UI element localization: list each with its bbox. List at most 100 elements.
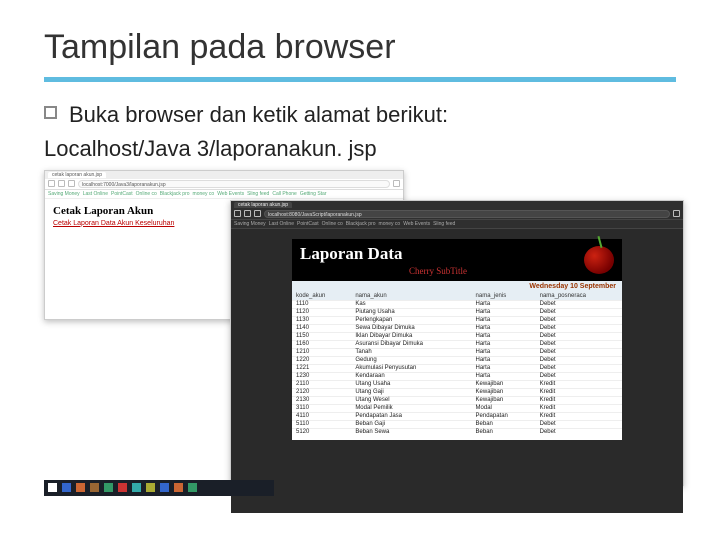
bookmark-item[interactable]: Sling feed <box>247 191 269 197</box>
table-row: 5120Beban SewaBebanDebet <box>292 428 622 436</box>
table-cell: Asuransi Dibayar Dimuka <box>351 340 471 348</box>
browser-tab[interactable]: cetak laporan akun.jsp <box>234 202 292 208</box>
table-row: 2130Utang WeselKewajibanKredit <box>292 396 622 404</box>
taskbar-icon[interactable] <box>132 483 141 492</box>
taskbar-icon[interactable] <box>188 483 197 492</box>
bookmark-item[interactable]: Last Online <box>83 191 108 197</box>
table-cell: 1160 <box>292 340 351 348</box>
report-link[interactable]: Cetak Laporan Data Akun Keseluruhan <box>53 220 174 227</box>
table-row: 2110Utang UsahaKewajibanKredit <box>292 380 622 388</box>
table-cell: 1150 <box>292 332 351 340</box>
taskbar-icon[interactable] <box>62 483 71 492</box>
bookmark-item[interactable]: Online co <box>322 221 343 227</box>
table-header: nama_posneraca <box>536 292 622 301</box>
table-cell: Kredit <box>536 404 622 412</box>
forward-icon[interactable] <box>58 180 65 187</box>
tab-strip: cetak laporan akun.jsp <box>45 171 403 179</box>
bookmark-item[interactable]: Web Events <box>217 191 244 197</box>
bookmark-item[interactable]: Saving Money <box>48 191 80 197</box>
bookmark-item[interactable]: Call Phone <box>272 191 296 197</box>
report-table: kode_akunnama_akunnama_jenisnama_posnera… <box>292 292 622 436</box>
bullet-icon <box>44 106 57 119</box>
table-cell: 1210 <box>292 348 351 356</box>
start-icon[interactable] <box>48 483 57 492</box>
bookmark-item[interactable]: PointCast <box>111 191 133 197</box>
address-bar-row: localhost:7000/Java3/laporanakun.jsp <box>45 179 403 190</box>
taskbar-icon[interactable] <box>76 483 85 492</box>
table-row: 1140Sewa Dibayar DimukaHartaDebet <box>292 324 622 332</box>
back-icon[interactable] <box>48 180 55 187</box>
bullet-row: Buka browser dan ketik alamat berikut: <box>44 100 676 130</box>
table-cell: 2130 <box>292 396 351 404</box>
menu-icon[interactable] <box>393 180 400 187</box>
bookmark-item[interactable]: Blackjack pro <box>160 191 190 197</box>
bookmark-item[interactable]: money co <box>193 191 215 197</box>
taskbar-icon[interactable] <box>90 483 99 492</box>
taskbar-icon[interactable] <box>118 483 127 492</box>
bookmark-item[interactable]: Blackjack pro <box>346 221 376 227</box>
browser-tab[interactable]: cetak laporan akun.jsp <box>48 172 106 178</box>
windows-taskbar <box>44 480 274 496</box>
table-cell: Harta <box>472 356 536 364</box>
table-cell: 1110 <box>292 300 351 308</box>
table-cell: Debet <box>536 324 622 332</box>
bookmark-item[interactable]: Online co <box>136 191 157 197</box>
cherry-icon <box>584 246 614 274</box>
table-cell: Kewajiban <box>472 388 536 396</box>
table-cell: Beban <box>472 420 536 428</box>
table-header: kode_akun <box>292 292 351 301</box>
table-cell: Debet <box>536 316 622 324</box>
table-header: nama_akun <box>351 292 471 301</box>
table-row: 1160Asuransi Dibayar DimukaHartaDebet <box>292 340 622 348</box>
browser-window-right: cetak laporan akun.jsp localhost:8080/Ja… <box>230 200 684 486</box>
table-cell: Harta <box>472 332 536 340</box>
table-cell: Debet <box>536 420 622 428</box>
forward-icon[interactable] <box>244 210 251 217</box>
bookmark-item[interactable]: Web Events <box>403 221 430 227</box>
table-row: 5110Beban GajiBebanDebet <box>292 420 622 428</box>
taskbar-icon[interactable] <box>104 483 113 492</box>
bullet-text: Buka browser dan ketik alamat berikut: <box>69 100 448 130</box>
table-cell: Kas <box>351 300 471 308</box>
reload-icon[interactable] <box>68 180 75 187</box>
table-cell: Tanah <box>351 348 471 356</box>
table-cell: Kewajiban <box>472 380 536 388</box>
table-cell: Kewajiban <box>472 396 536 404</box>
taskbar-icon[interactable] <box>160 483 169 492</box>
bookmark-item[interactable]: PointCast <box>297 221 319 227</box>
address-input[interactable]: localhost:7000/Java3/laporanakun.jsp <box>78 180 390 188</box>
taskbar-icon[interactable] <box>174 483 183 492</box>
table-cell: Harta <box>472 300 536 308</box>
table-cell: Perlengkapan <box>351 316 471 324</box>
table-cell: 3110 <box>292 404 351 412</box>
table-cell: Kendaraan <box>351 372 471 380</box>
table-cell: Harta <box>472 348 536 356</box>
table-row: 1221Akumulasi PenyusutanHartaDebet <box>292 364 622 372</box>
address-input[interactable]: localhost:8080/JavaScript/laporanakun.js… <box>264 210 670 218</box>
table-cell: 1120 <box>292 308 351 316</box>
table-cell: Iklan Dibayar Dimuka <box>351 332 471 340</box>
bookmark-item[interactable]: Last Online <box>269 221 294 227</box>
table-cell: Debet <box>536 356 622 364</box>
bookmark-item[interactable]: Sling feed <box>433 221 455 227</box>
bookmark-item[interactable]: Saving Money <box>234 221 266 227</box>
table-cell: Harta <box>472 324 536 332</box>
table-row: 1120Piutang UsahaHartaDebet <box>292 308 622 316</box>
tab-strip: cetak laporan akun.jsp <box>231 201 683 209</box>
bookmark-item[interactable]: money co <box>379 221 401 227</box>
menu-icon[interactable] <box>673 210 680 217</box>
table-cell: 1230 <box>292 372 351 380</box>
bookmark-item[interactable]: Getting Star <box>300 191 327 197</box>
table-cell: Debet <box>536 428 622 436</box>
table-cell: 1130 <box>292 316 351 324</box>
table-cell: Kredit <box>536 412 622 420</box>
taskbar-icon[interactable] <box>146 483 155 492</box>
back-icon[interactable] <box>234 210 241 217</box>
table-cell: Beban Gaji <box>351 420 471 428</box>
table-cell: Pendapatan Jasa <box>351 412 471 420</box>
table-cell: Beban <box>472 428 536 436</box>
table-cell: Debet <box>536 348 622 356</box>
table-cell: Kredit <box>536 388 622 396</box>
reload-icon[interactable] <box>254 210 261 217</box>
report-title: Laporan Data <box>300 244 576 264</box>
